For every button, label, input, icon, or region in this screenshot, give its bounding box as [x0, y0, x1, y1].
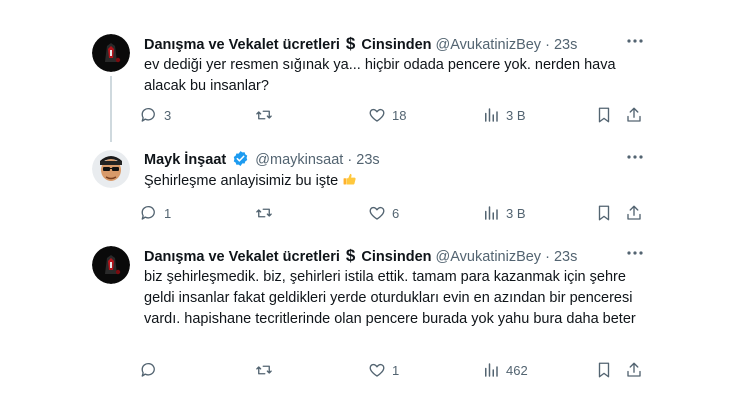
tweet-header: Danışma ve Vekalet ücretleri $ Cinsinden…: [144, 246, 577, 267]
more-icon[interactable]: [626, 36, 644, 46]
bookmark-button[interactable]: [595, 203, 613, 223]
tweet-header: Mayk İnşaat @maykinsaat · 23s: [144, 150, 380, 170]
reply-icon: [141, 205, 155, 220]
reply-button[interactable]: 3: [140, 105, 171, 125]
user-handle[interactable]: @AvukatinizBey: [436, 249, 542, 265]
like-button[interactable]: 6: [368, 203, 399, 223]
retweet-icon: [256, 110, 272, 120]
bookmark-button[interactable]: [595, 360, 613, 380]
reply-icon: [141, 107, 155, 122]
share-button[interactable]: [625, 360, 643, 380]
timestamp[interactable]: 23s: [356, 152, 379, 168]
more-icon[interactable]: [626, 152, 644, 162]
share-button[interactable]: [625, 105, 643, 125]
view-count: 3 B: [506, 107, 526, 123]
avatar[interactable]: [92, 246, 130, 284]
display-name-suffix[interactable]: Cinsinden: [361, 249, 431, 265]
tweet-text: Şehirleşme anlayisimiz bu işte: [144, 171, 634, 192]
separator-dot: ·: [347, 152, 353, 168]
share-icon: [627, 362, 641, 377]
bookmark-icon: [598, 107, 610, 123]
like-icon: [369, 363, 385, 377]
like-icon: [369, 206, 385, 220]
views-icon: [485, 108, 498, 122]
tweet-1[interactable]: Danışma ve Vekalet ücretleri $ Cinsinden…: [0, 34, 730, 134]
tweet-text: ev dediği yer resmen sığınak ya... hiçbi…: [144, 57, 616, 94]
like-count: 1: [392, 362, 400, 378]
separator-dot: ·: [545, 37, 550, 53]
reply-count: 3: [164, 107, 172, 123]
like-count: 18: [392, 107, 407, 123]
reply-icon: [141, 362, 155, 377]
retweet-icon: [256, 208, 272, 218]
view-count: 3 B: [506, 205, 526, 221]
timestamp[interactable]: 23s: [554, 249, 577, 265]
more-icon[interactable]: [626, 248, 644, 258]
reply-button[interactable]: 1: [140, 203, 171, 223]
reply-count: 1: [164, 205, 172, 221]
user-handle[interactable]: @AvukatinizBey: [436, 37, 542, 53]
retweet-button[interactable]: [255, 360, 279, 380]
verified-badge-icon: [234, 151, 248, 166]
like-button[interactable]: 18: [368, 105, 406, 125]
action-bar: 3 18 3 B: [140, 105, 650, 125]
tweet-header: Danışma ve Vekalet ücretleri $ Cinsinden…: [144, 34, 577, 55]
reply-button[interactable]: [140, 360, 164, 380]
timestamp[interactable]: 23s: [554, 37, 577, 53]
separator-dot: ·: [545, 249, 550, 265]
share-icon: [627, 205, 641, 220]
like-count: 6: [392, 205, 400, 221]
display-name[interactable]: Danışma ve Vekalet ücretleri: [144, 249, 340, 265]
user-handle[interactable]: @maykinsaat: [255, 152, 343, 168]
tweet-3[interactable]: Danışma ve Vekalet ücretleri $ Cinsinden…: [0, 246, 730, 386]
share-icon: [627, 107, 641, 122]
dollar-symbol: $: [345, 246, 356, 265]
like-button[interactable]: 1: [368, 360, 399, 380]
display-name[interactable]: Danışma ve Vekalet ücretleri: [144, 37, 340, 53]
display-name-suffix[interactable]: Cinsinden: [361, 37, 431, 53]
tweet-thread: Danışma ve Vekalet ücretleri $ Cinsinden…: [0, 0, 730, 420]
view-count: 462: [506, 362, 528, 378]
avatar[interactable]: [92, 34, 130, 72]
views-button[interactable]: 3 B: [482, 105, 526, 125]
dollar-symbol: $: [345, 34, 356, 53]
retweet-button[interactable]: [255, 203, 279, 223]
tweet-text: biz şehirleşmedik. biz, şehirleri istila…: [144, 269, 636, 327]
views-button[interactable]: 3 B: [482, 203, 526, 223]
bookmark-icon: [598, 362, 610, 378]
tweet-2[interactable]: Mayk İnşaat @maykinsaat · 23s Şehirleşme…: [0, 150, 730, 230]
display-name[interactable]: Mayk İnşaat: [144, 152, 226, 168]
retweet-icon: [256, 365, 272, 375]
views-icon: [485, 206, 498, 220]
avatar[interactable]: [92, 150, 130, 188]
views-button[interactable]: 462: [482, 360, 528, 380]
bookmark-icon: [598, 205, 610, 221]
tweet-text-body: Şehirleşme anlayisimiz bu işte: [144, 173, 339, 189]
action-bar: 1 6 3 B: [140, 203, 650, 223]
thumbs-up-emoji: [343, 173, 356, 185]
retweet-button[interactable]: [255, 105, 279, 125]
action-bar: 1 462: [140, 360, 650, 380]
views-icon: [485, 363, 498, 377]
bookmark-button[interactable]: [595, 105, 613, 125]
share-button[interactable]: [625, 203, 643, 223]
like-icon: [369, 108, 385, 122]
